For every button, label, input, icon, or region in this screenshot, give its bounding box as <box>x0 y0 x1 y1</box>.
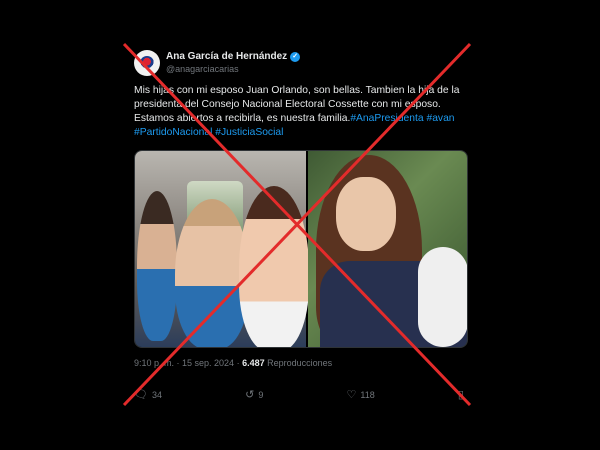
tweet-text: Mis hijas con mi esposo Juan Orlando, so… <box>134 84 478 140</box>
tweet-meta: 9:10 p. m. · 15 sep. 2024 · 6.487 Reprod… <box>134 358 332 368</box>
like-button[interactable]: ♡ 118 <box>347 388 375 401</box>
views-count: 6.487 <box>242 358 265 368</box>
repost-button[interactable]: ↺ 9 <box>245 388 263 401</box>
author-name[interactable]: Ana García de Hernández <box>166 50 287 63</box>
bookmark-button[interactable]: ▯ <box>458 388 464 401</box>
heart-icon: ♡ <box>346 389 357 401</box>
reply-count: 34 <box>151 389 162 400</box>
person-middle <box>175 199 249 347</box>
tweet-header: Ana García de Hernández ✓ @anagarciacari… <box>134 50 301 76</box>
action-bar: 🗨 34 ↺ 9 ♡ 118 ▯ <box>134 388 464 401</box>
repost-count: 9 <box>258 389 264 400</box>
tweet-line-2: presidenta del Consejo Nacional Electora… <box>134 99 441 110</box>
tweet-line-3-text: Estamos abiertos a recibirla, es nuestra… <box>134 113 351 124</box>
photo-portrait[interactable] <box>307 151 467 347</box>
portrait-face <box>335 177 396 251</box>
portrait-sleeve <box>417 247 467 347</box>
tweet-card: Ana García de Hernández ✓ @anagarciacari… <box>122 38 478 418</box>
person-right <box>239 186 309 347</box>
tweet-line-3: Estamos abiertos a recibirla, es nuestra… <box>134 112 478 126</box>
author-info: Ana García de Hernández ✓ @anagarciacari… <box>166 50 301 76</box>
hashtags-line-3[interactable]: #AnaPresidenta #avan <box>350 113 454 124</box>
reply-button[interactable]: 🗨 34 <box>134 388 162 401</box>
person-left <box>137 191 177 341</box>
verified-badge-icon: ✓ <box>290 51 301 62</box>
like-count: 118 <box>360 389 375 400</box>
tweet-media[interactable] <box>134 150 468 348</box>
avatar[interactable] <box>134 50 160 76</box>
reply-icon: 🗨 <box>134 389 148 401</box>
photo-car-selfie[interactable] <box>135 151 309 347</box>
author-handle[interactable]: @anagarciacarias <box>166 63 300 76</box>
bookmark-icon: ▯ <box>457 389 464 401</box>
repost-icon: ↺ <box>245 389 255 401</box>
author-name-row[interactable]: Ana García de Hernández ✓ <box>166 50 301 63</box>
views-label: Reproducciones <box>267 358 333 368</box>
tweet-line-1: Mis hijas con mi esposo Juan Orlando, so… <box>134 85 460 96</box>
hashtags-line-4[interactable]: #PartidoNacional #JusticiaSocial <box>134 126 478 140</box>
timestamp[interactable]: 9:10 p. m. · 15 sep. 2024 · <box>134 358 240 368</box>
